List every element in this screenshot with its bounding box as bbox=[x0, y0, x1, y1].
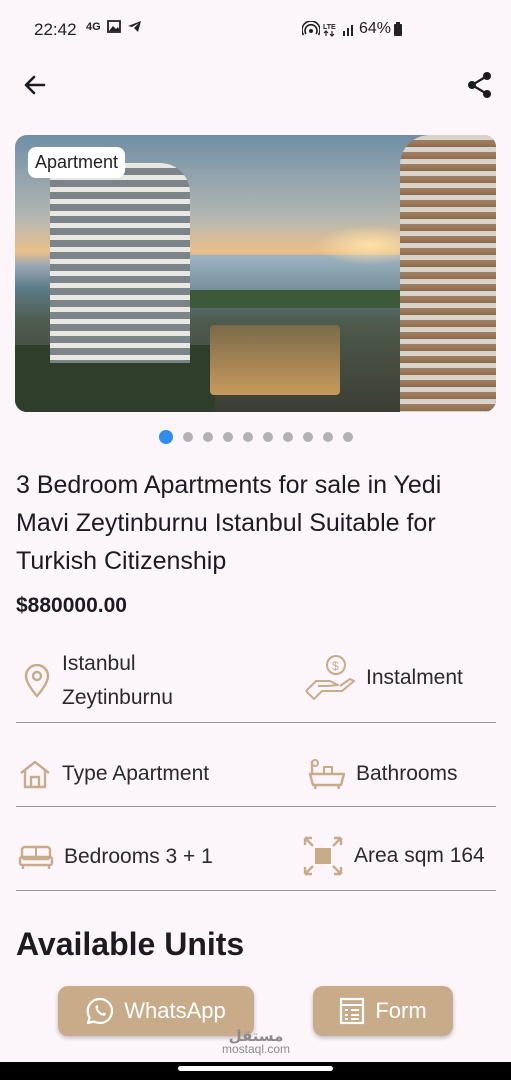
location-city: Istanbul bbox=[62, 652, 136, 675]
bed-icon bbox=[18, 845, 54, 869]
image-shoreline bbox=[185, 290, 415, 308]
area-info: Area sqm 164 bbox=[302, 835, 485, 877]
payment-info: $ Instalment bbox=[304, 653, 463, 703]
telegram-icon bbox=[127, 21, 141, 32]
listing-image-carousel[interactable]: Apartment bbox=[15, 135, 496, 412]
area-expand-icon bbox=[303, 836, 343, 876]
bathrooms-text: Bathrooms bbox=[356, 762, 458, 785]
bathrooms-info: Bathrooms bbox=[308, 757, 458, 791]
available-units-heading: Available Units bbox=[16, 926, 245, 962]
whatsapp-button[interactable]: WhatsApp bbox=[58, 986, 254, 1036]
network-type: 4G bbox=[86, 20, 101, 33]
carousel-dot[interactable] bbox=[282, 432, 293, 442]
area-text: Area sqm 164 bbox=[354, 844, 485, 867]
form-button[interactable]: Form bbox=[313, 986, 453, 1036]
carousel-dot[interactable] bbox=[302, 432, 313, 442]
form-icon bbox=[340, 997, 365, 1025]
watermark: مستقل mostaql.com bbox=[222, 1029, 291, 1056]
carousel-dot[interactable] bbox=[242, 432, 253, 442]
form-label: Form bbox=[375, 998, 427, 1023]
location-text: Istanbul Zeytinburnu bbox=[62, 647, 173, 715]
listing-title: 3 Bedroom Apartments for sale in Yedi Ma… bbox=[16, 471, 442, 575]
carousel-dot[interactable] bbox=[262, 432, 273, 442]
carousel-dot[interactable] bbox=[202, 432, 213, 442]
lte-icon: LTE bbox=[323, 24, 336, 37]
house-icon bbox=[20, 760, 50, 789]
location-info: Istanbul Zeytinburnu bbox=[22, 647, 173, 715]
type-text: Type Apartment bbox=[62, 762, 210, 785]
details-row-location: Istanbul Zeytinburnu $ Instalment bbox=[16, 647, 496, 723]
arrow-back-icon bbox=[24, 75, 46, 95]
type-info: Type Apartment bbox=[18, 759, 209, 789]
watermark-url: mostaql.com bbox=[222, 1042, 291, 1056]
carousel-dot-active[interactable] bbox=[158, 430, 173, 444]
signal-icon bbox=[343, 25, 353, 36]
image-plaza bbox=[210, 325, 340, 395]
location-district: Zeytinburnu bbox=[62, 686, 173, 709]
image-tower-left bbox=[50, 163, 190, 363]
whatsapp-label: WhatsApp bbox=[124, 998, 226, 1023]
status-right: LTE 64% bbox=[302, 20, 403, 38]
instalment-hand-coin-icon: $ bbox=[305, 655, 355, 701]
carousel-dot[interactable] bbox=[182, 432, 193, 442]
share-button[interactable] bbox=[465, 70, 495, 100]
bedrooms-text: Bedrooms 3 + 1 bbox=[64, 845, 213, 868]
carousel-indicator bbox=[0, 430, 511, 444]
status-bar: 22:42 4G LTE 64% bbox=[0, 0, 511, 58]
image-tower-right bbox=[400, 135, 496, 412]
battery-icon bbox=[394, 22, 403, 36]
top-app-bar bbox=[0, 62, 511, 108]
details-row-type: Type Apartment Bathrooms bbox=[16, 747, 496, 807]
details-row-rooms: Bedrooms 3 + 1 Area sqm 164 bbox=[16, 831, 496, 891]
property-type-badge: Apartment bbox=[28, 147, 126, 178]
carousel-dot[interactable] bbox=[322, 432, 333, 442]
system-navigation-bar bbox=[0, 1062, 511, 1080]
bathtub-icon bbox=[308, 759, 346, 790]
location-pin-icon bbox=[24, 664, 50, 698]
payment-text: Instalment bbox=[366, 666, 463, 689]
whatsapp-icon bbox=[86, 997, 114, 1025]
battery-level: 64% bbox=[359, 20, 392, 37]
svg-text:$: $ bbox=[332, 659, 339, 673]
gallery-icon bbox=[106, 20, 121, 33]
home-gesture-handle[interactable] bbox=[178, 1066, 333, 1071]
svg-text:LTE: LTE bbox=[323, 24, 336, 31]
carousel-dot[interactable] bbox=[342, 432, 353, 442]
share-icon bbox=[468, 72, 491, 98]
hotspot-icon bbox=[302, 21, 320, 36]
back-button[interactable] bbox=[20, 70, 50, 100]
bedrooms-info: Bedrooms 3 + 1 bbox=[18, 843, 213, 871]
carousel-dot[interactable] bbox=[222, 432, 233, 442]
status-left-icons: 4G bbox=[86, 20, 142, 33]
status-time: 22:42 bbox=[34, 20, 77, 39]
listing-price: $880000.00 bbox=[16, 594, 127, 617]
